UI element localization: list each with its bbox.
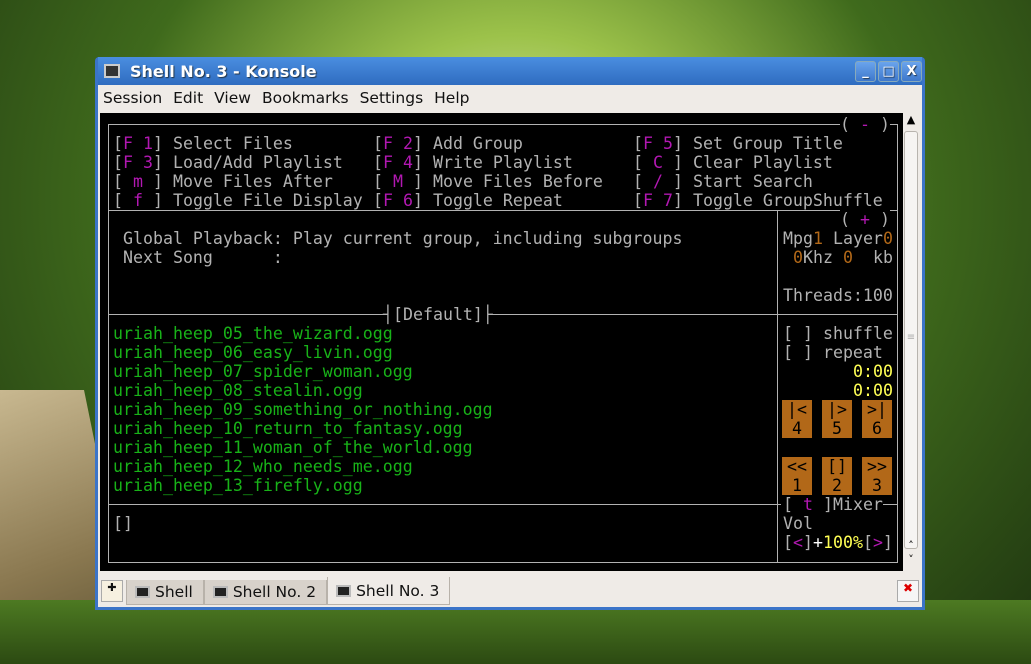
playlist-item[interactable]: uriah_heep_08_stealin.ogg bbox=[113, 381, 363, 400]
window-title: Shell No. 3 - Konsole bbox=[130, 61, 317, 81]
menu-session[interactable]: Session bbox=[103, 89, 162, 107]
prev-track-button[interactable]: |< 4 bbox=[782, 400, 812, 438]
mixer-toggle[interactable]: [ t ]Mixer bbox=[783, 495, 883, 514]
menu-bar: Session Edit View Bookmarks Settings Hel… bbox=[98, 85, 922, 111]
menu-help[interactable]: Help bbox=[434, 89, 469, 107]
expand-toggle[interactable]: ( + ) bbox=[840, 210, 890, 229]
help-item[interactable]: [F 1] Select Files bbox=[113, 134, 293, 153]
total-time: 0:00 bbox=[853, 381, 893, 400]
help-item[interactable]: [F 6] Toggle Repeat bbox=[373, 191, 563, 210]
volume-label: Vol bbox=[783, 514, 813, 533]
help-item[interactable]: [ f ] Toggle File Display bbox=[113, 191, 363, 210]
maximize-button[interactable]: □ bbox=[878, 60, 899, 82]
playlist-item[interactable]: uriah_heep_11_woman_of_the_world.ogg bbox=[113, 438, 473, 457]
menu-edit[interactable]: Edit bbox=[173, 89, 203, 107]
scroll-down-icon[interactable]: ˅ bbox=[903, 553, 919, 566]
mpg-info: Mpg1 Layer0 bbox=[783, 229, 893, 248]
border-top bbox=[108, 124, 840, 125]
minimize-button[interactable]: _ bbox=[855, 60, 876, 82]
playlist-item[interactable]: uriah_heep_09_something_or_nothing.ogg bbox=[113, 400, 493, 419]
next-song: Next Song : bbox=[123, 248, 283, 267]
border-left bbox=[108, 124, 109, 562]
volume-down[interactable]: < bbox=[793, 533, 803, 552]
scroll-up-icon-2[interactable]: ˄ bbox=[903, 539, 919, 552]
divider-vertical bbox=[777, 210, 778, 562]
tab-shell-3[interactable]: Shell No. 3 bbox=[327, 577, 451, 605]
tab-label: Shell No. 2 bbox=[232, 583, 317, 601]
menu-settings[interactable]: Settings bbox=[360, 89, 424, 107]
threads-info: Threads:100 bbox=[783, 286, 893, 305]
terminal-icon bbox=[104, 64, 120, 78]
next-track-button[interactable]: >| 6 bbox=[862, 400, 892, 438]
help-item[interactable]: [F 5] Set Group Title bbox=[633, 134, 843, 153]
collapse-help-toggle[interactable]: ( - ) bbox=[840, 115, 890, 134]
konsole-window: Shell No. 3 - Konsole _ □ X Session Edit… bbox=[95, 57, 925, 610]
terminal-icon bbox=[212, 586, 228, 598]
terminal-icon bbox=[336, 584, 352, 597]
playlist-item[interactable]: uriah_heep_07_spider_woman.ogg bbox=[113, 362, 413, 381]
help-item[interactable]: [F 2] Add Group bbox=[373, 134, 523, 153]
rewind-button[interactable]: << 1 bbox=[782, 457, 812, 495]
help-item[interactable]: [ / ] Start Search bbox=[633, 172, 813, 191]
stop-button[interactable]: [] 2 bbox=[822, 457, 852, 495]
playlist-item[interactable]: uriah_heep_12_who_needs_me.ogg bbox=[113, 457, 413, 476]
repeat-checkbox[interactable]: [ ] repeat bbox=[783, 343, 883, 362]
help-item[interactable]: [F 7] Toggle GroupShuffle bbox=[633, 191, 883, 210]
border-right bbox=[897, 124, 898, 562]
play-button[interactable]: |> 5 bbox=[822, 400, 852, 438]
volume-up[interactable]: > bbox=[873, 533, 883, 552]
command-input[interactable]: [] bbox=[113, 514, 133, 533]
menu-bookmarks[interactable]: Bookmarks bbox=[262, 89, 349, 107]
border-bottom bbox=[108, 562, 898, 563]
new-tab-icon[interactable]: ✚ bbox=[101, 580, 123, 602]
fast-forward-button[interactable]: >> 3 bbox=[862, 457, 892, 495]
help-item[interactable]: [ M ] Move Files Before bbox=[373, 172, 603, 191]
terminal[interactable]: ( - ) ( + ) ┤[Default]├ [F 1] Select Fil… bbox=[100, 113, 903, 571]
group-title: ┤[Default]├ bbox=[383, 305, 493, 324]
tab-label: Shell bbox=[155, 583, 193, 601]
help-item[interactable]: [F 4] Write Playlist bbox=[373, 153, 573, 172]
terminal-icon bbox=[135, 586, 150, 598]
close-button[interactable]: X bbox=[901, 60, 922, 82]
rate-info: 0Khz 0 kb bbox=[793, 248, 893, 267]
divider-group-right bbox=[488, 314, 898, 315]
playlist-item[interactable]: uriah_heep_10_return_to_fantasy.ogg bbox=[113, 419, 463, 438]
tab-label: Shell No. 3 bbox=[356, 581, 440, 600]
scrollbar-thumb[interactable]: ≡ bbox=[904, 131, 918, 549]
close-tab-icon[interactable]: ✖ bbox=[897, 580, 919, 602]
divider-help bbox=[108, 210, 840, 211]
scrollbar[interactable]: ▲ ≡ ˄ ˅ bbox=[903, 113, 919, 571]
tab-shell-2[interactable]: Shell No. 2 bbox=[203, 580, 328, 605]
help-item[interactable]: [ m ] Move Files After bbox=[113, 172, 333, 191]
divider-input bbox=[108, 504, 781, 505]
divider-help-right bbox=[890, 210, 898, 211]
global-playback: Global Playback: Play current group, inc… bbox=[123, 229, 683, 248]
help-item[interactable]: [ C ] Clear Playlist bbox=[633, 153, 833, 172]
playlist-item[interactable]: uriah_heep_06_easy_livin.ogg bbox=[113, 343, 393, 362]
elapsed-time: 0:00 bbox=[853, 362, 893, 381]
divider-group-left bbox=[108, 314, 388, 315]
menu-view[interactable]: View bbox=[214, 89, 251, 107]
tab-shell[interactable]: Shell bbox=[126, 580, 204, 605]
shuffle-checkbox[interactable]: [ ] shuffle bbox=[783, 324, 893, 343]
tab-bar: ✚ Shell Shell No. 2 Shell No. 3 ✖ bbox=[98, 573, 922, 605]
playlist-item[interactable]: uriah_heep_13_firefly.ogg bbox=[113, 476, 363, 495]
volume-control[interactable]: [<]+100%[>] bbox=[783, 533, 893, 552]
playlist-item[interactable]: uriah_heep_05_the_wizard.ogg bbox=[113, 324, 393, 343]
title-bar[interactable]: Shell No. 3 - Konsole _ □ X bbox=[98, 57, 922, 85]
help-item[interactable]: [F 3] Load/Add Playlist bbox=[113, 153, 343, 172]
scroll-up-icon[interactable]: ▲ bbox=[903, 113, 919, 126]
